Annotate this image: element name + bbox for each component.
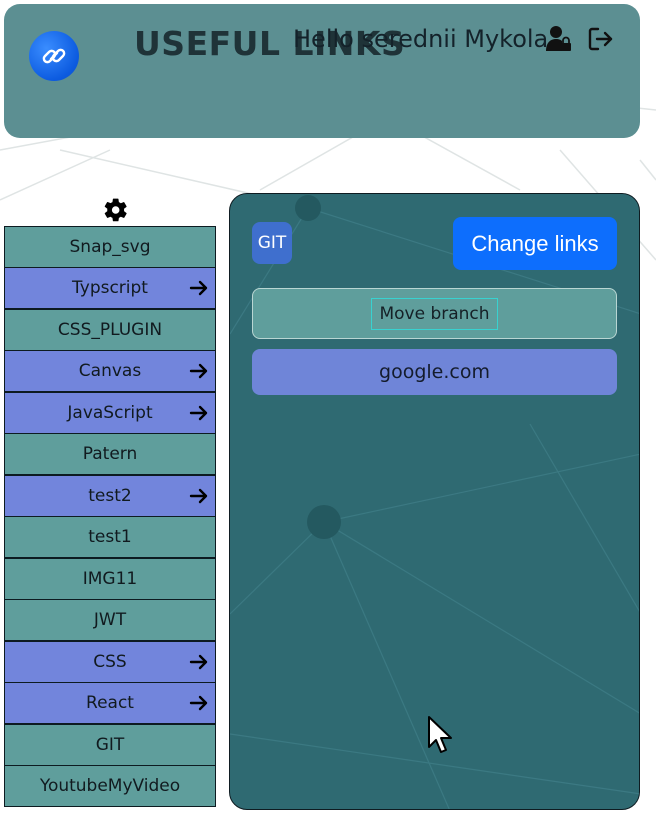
sidebar-item-label: Canvas <box>78 361 142 381</box>
sidebar-item-label: Typscript <box>72 278 148 298</box>
sidebar-item-label: JWT <box>93 610 127 630</box>
sidebar-item[interactable]: React <box>4 682 216 724</box>
mouse-cursor-icon <box>428 716 452 753</box>
arrow-right-icon[interactable] <box>189 487 209 505</box>
sidebar-item-label: JavaScript <box>67 402 153 423</box>
sidebar-item[interactable]: Snap_svg <box>4 225 216 268</box>
sidebar-item-label: CSS_PLUGIN <box>57 319 163 340</box>
app-root: USEFUL LINKS Hello serednii Mykola Snap_… <box>0 0 656 825</box>
sidebar-item[interactable]: test1 <box>4 516 216 558</box>
user-lock-icon[interactable] <box>546 25 572 53</box>
gear-icon[interactable] <box>103 197 129 223</box>
sidebar-item[interactable]: Typscript <box>4 267 216 309</box>
app-logo[interactable] <box>29 31 79 81</box>
sidebar-item[interactable]: test2 <box>4 474 216 517</box>
sidebar-item[interactable]: IMG11 <box>4 557 216 600</box>
category-sidebar: Snap_svg Typscript CSS_PLUGIN Canvas JavaScr… <box>4 225 216 807</box>
sidebar-item[interactable]: Canvas <box>4 350 216 392</box>
category-badge: GIT <box>252 222 292 264</box>
sidebar-item-label: React <box>86 693 134 713</box>
sidebar-item-label: Snap_svg <box>69 236 151 257</box>
link-icon <box>42 48 66 64</box>
arrow-right-icon[interactable] <box>189 653 209 671</box>
sidebar-item-label: YoutubeMyVideo <box>39 776 181 796</box>
link-item[interactable]: google.com <box>252 349 617 395</box>
sidebar-item-label: test1 <box>88 527 132 547</box>
sidebar-item-label: test2 <box>88 485 132 506</box>
logout-icon[interactable] <box>588 26 614 52</box>
arrow-right-icon[interactable] <box>189 404 209 422</box>
sidebar-item[interactable]: YoutubeMyVideo <box>4 765 216 807</box>
user-greeting: Hello serednii Mykola <box>293 25 549 53</box>
sidebar-item-label: Patern <box>82 444 138 464</box>
sidebar-item[interactable]: JWT <box>4 599 216 641</box>
sidebar-item-label: IMG11 <box>82 568 138 589</box>
arrow-right-icon[interactable] <box>189 694 209 712</box>
sidebar-item-label: GIT <box>95 734 125 755</box>
sidebar-item[interactable]: Patern <box>4 433 216 475</box>
sidebar-item-label: CSS <box>93 651 127 672</box>
change-links-button[interactable]: Change links <box>453 217 617 270</box>
sidebar-item[interactable]: GIT <box>4 723 216 766</box>
sidebar-item[interactable]: CSS <box>4 640 216 683</box>
arrow-right-icon[interactable] <box>189 362 209 380</box>
branch-row: Move branch <box>252 288 617 339</box>
arrow-right-icon[interactable] <box>189 279 209 297</box>
sidebar-item[interactable]: JavaScript <box>4 391 216 434</box>
move-branch-button[interactable]: Move branch <box>371 297 498 330</box>
sidebar-item[interactable]: CSS_PLUGIN <box>4 308 216 351</box>
app-header: USEFUL LINKS Hello serednii Mykola <box>4 4 640 138</box>
